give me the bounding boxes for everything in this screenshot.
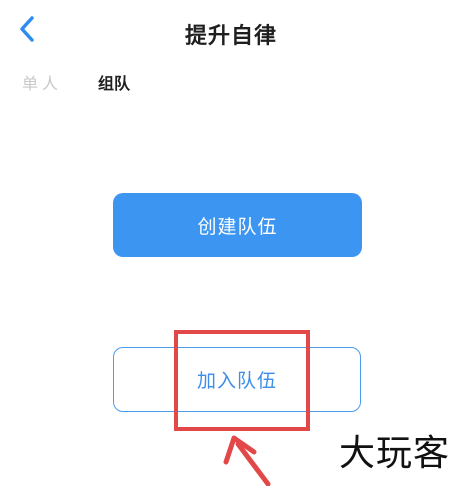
tab-single[interactable]: 单人 [22, 70, 62, 94]
join-team-button[interactable]: 加入队伍 [113, 347, 361, 412]
page-title: 提升自律 [184, 24, 277, 49]
create-team-label: 创建队伍 [197, 215, 278, 238]
join-team-label: 加入队伍 [196, 370, 277, 392]
create-team-button[interactable]: 创建队伍 [113, 193, 362, 257]
watermark-logo: 大玩客 [338, 433, 450, 474]
red-arrow-annotation [223, 435, 271, 486]
tab-team[interactable]: 组队 [98, 70, 130, 94]
